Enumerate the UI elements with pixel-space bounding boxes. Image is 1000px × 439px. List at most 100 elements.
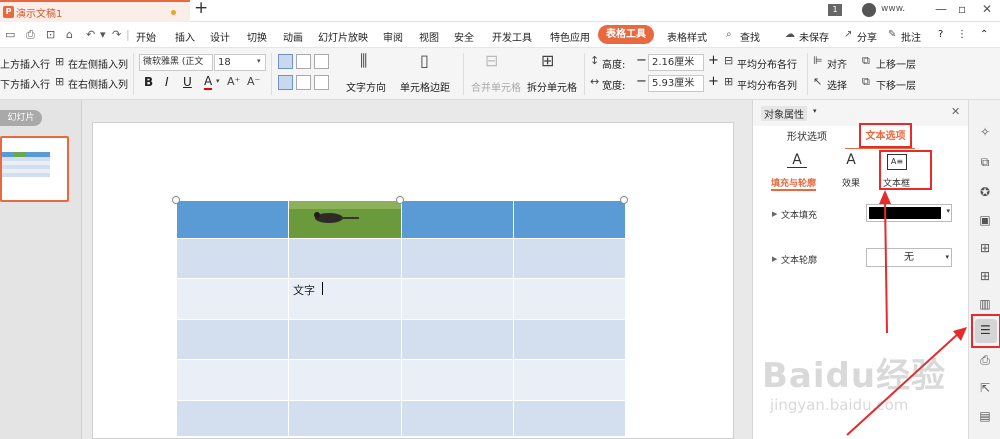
menu-features[interactable]: 特色应用 — [550, 29, 590, 44]
table-cell[interactable] — [288, 238, 402, 279]
text-direction-icon[interactable]: ⫼ — [360, 51, 367, 71]
help-button[interactable]: ? — [938, 29, 943, 40]
distribute-rows-button[interactable]: 平均分布各行 — [737, 56, 797, 71]
minimize-icon[interactable]: — — [935, 2, 947, 16]
table-cell[interactable] — [176, 200, 289, 239]
undo-dropdown-icon[interactable]: ▾ — [100, 28, 106, 41]
panel-close-icon[interactable]: ✕ — [951, 105, 960, 118]
table-cell[interactable] — [288, 400, 402, 437]
menu-insert[interactable]: 插入 — [175, 29, 195, 44]
table-cell[interactable] — [176, 319, 289, 360]
table-cell[interactable]: 文字 — [288, 278, 402, 320]
redo-icon[interactable]: ↷ — [112, 28, 121, 41]
merge-cells-icon[interactable]: ⊟ — [485, 51, 498, 70]
slide-thumbnail[interactable] — [0, 136, 69, 202]
align-button[interactable]: 对齐 — [827, 56, 847, 71]
cell-text[interactable]: 文字 — [293, 284, 315, 297]
fill-outline-icon[interactable]: A — [787, 152, 807, 168]
table-icon[interactable]: ⊞ — [977, 241, 993, 257]
menu-table-tools[interactable]: 表格工具 — [598, 25, 654, 44]
collapse-ribbon-icon[interactable]: ⌃ — [980, 29, 988, 40]
expand-icon[interactable]: ▶ — [772, 255, 777, 263]
share-button[interactable]: 分享 — [857, 29, 877, 44]
tab-text-options[interactable]: 文本选项 — [859, 123, 912, 148]
menu-design[interactable]: 设计 — [210, 29, 230, 44]
menu-transition[interactable]: 切换 — [247, 29, 267, 44]
insert-row-above-button[interactable]: 上方插入行 — [0, 56, 50, 71]
bring-forward-button[interactable]: 上移一层 — [876, 56, 916, 71]
font-size-dropdown-icon[interactable]: ▾ — [257, 57, 261, 65]
annotate-button[interactable]: 批注 — [901, 29, 921, 44]
table-cell[interactable] — [513, 400, 626, 437]
export-icon[interactable]: ⇱ — [977, 381, 993, 397]
height-decrease-button[interactable]: − — [636, 53, 647, 68]
chart-icon[interactable]: ▥ — [977, 297, 993, 313]
bird-image[interactable] — [289, 201, 401, 238]
save-icon[interactable]: ▭ — [5, 28, 15, 41]
undo-icon[interactable]: ↶ — [86, 28, 95, 41]
cell-margin-icon[interactable]: ▯ — [420, 51, 429, 70]
panel-title-dropdown-icon[interactable]: ▾ — [813, 107, 817, 115]
resize-handle[interactable] — [620, 196, 628, 204]
outline-dropdown-icon[interactable]: ▾ — [945, 249, 949, 266]
close-icon[interactable]: ✕ — [982, 2, 992, 16]
magic-icon[interactable]: ✧ — [977, 125, 993, 141]
menu-review[interactable]: 审阅 — [383, 29, 403, 44]
page-badge[interactable]: 1 — [828, 4, 842, 16]
effect-icon[interactable]: A — [841, 152, 861, 168]
archive-icon[interactable]: ▤ — [977, 409, 993, 425]
menu-animation[interactable]: 动画 — [283, 29, 303, 44]
width-increase-button[interactable]: + — [708, 74, 719, 89]
select-button[interactable]: 选择 — [827, 77, 847, 92]
animation-icon[interactable]: ✪ — [977, 185, 993, 201]
table-cell[interactable] — [401, 400, 514, 437]
insert-col-left-button[interactable]: 在左侧插入列 — [68, 56, 128, 71]
send-backward-button[interactable]: 下移一层 — [876, 77, 916, 92]
width-decrease-button[interactable]: − — [636, 74, 647, 89]
table-cell[interactable] — [513, 359, 626, 401]
more-icon[interactable]: ⋮ — [957, 29, 967, 40]
user-name[interactable]: www. — [881, 4, 905, 14]
search-button[interactable]: 查找 — [740, 29, 760, 44]
preview-icon[interactable]: ⊡ — [46, 28, 55, 41]
fill-dropdown-icon[interactable]: ▾ — [946, 207, 950, 215]
table-cell[interactable] — [513, 200, 626, 239]
align-right-icon[interactable] — [314, 54, 329, 69]
align-middle-icon[interactable] — [296, 75, 311, 90]
table-cell[interactable] — [176, 238, 289, 279]
insert-row-below-button[interactable]: 下方插入行 — [0, 76, 50, 91]
table-cell[interactable] — [176, 278, 289, 320]
height-increase-button[interactable]: + — [708, 53, 719, 68]
menu-table-style[interactable]: 表格样式 — [667, 29, 707, 44]
table-cell[interactable] — [176, 400, 289, 437]
slide-table[interactable]: 文字 — [176, 200, 626, 437]
decrease-font-icon[interactable]: A⁻ — [247, 75, 260, 88]
italic-button[interactable]: I — [165, 75, 169, 89]
maximize-icon[interactable]: ▫ — [958, 2, 966, 16]
height-input[interactable]: 2.16厘米 — [648, 54, 704, 71]
sub-fill-outline[interactable]: 填充与轮廓 — [771, 176, 817, 191]
save-state[interactable]: 未保存 — [799, 29, 829, 44]
font-color-button[interactable]: A — [204, 74, 213, 90]
width-input[interactable]: 5.93厘米 — [648, 75, 704, 92]
resize-handle[interactable] — [396, 196, 404, 204]
panel-title[interactable]: 对象属性 — [761, 106, 807, 121]
bold-button[interactable]: B — [144, 75, 153, 89]
split-cells-button[interactable]: 拆分单元格 — [527, 79, 577, 94]
table-cell[interactable] — [401, 359, 514, 401]
shapes-icon[interactable]: ⧉ — [977, 155, 993, 171]
table-cell[interactable] — [288, 319, 402, 360]
font-name-select[interactable]: 微软雅黑 (正文 — [139, 54, 213, 71]
align-left-icon[interactable] — [278, 54, 293, 69]
align-bottom-icon[interactable] — [314, 75, 329, 90]
table-cell[interactable] — [401, 319, 514, 360]
new-tab-icon[interactable]: + — [194, 0, 208, 18]
split-cells-icon[interactable]: ⊞ — [541, 51, 554, 70]
align-top-icon[interactable] — [278, 75, 293, 90]
avatar[interactable] — [862, 3, 876, 17]
table-cell[interactable] — [176, 359, 289, 401]
resources-icon[interactable]: ▣ — [977, 213, 993, 229]
merge-cells-button[interactable]: 合并单元格 — [471, 79, 521, 94]
search-icon[interactable]: ⌕ — [726, 29, 732, 40]
table-cell[interactable] — [513, 319, 626, 360]
